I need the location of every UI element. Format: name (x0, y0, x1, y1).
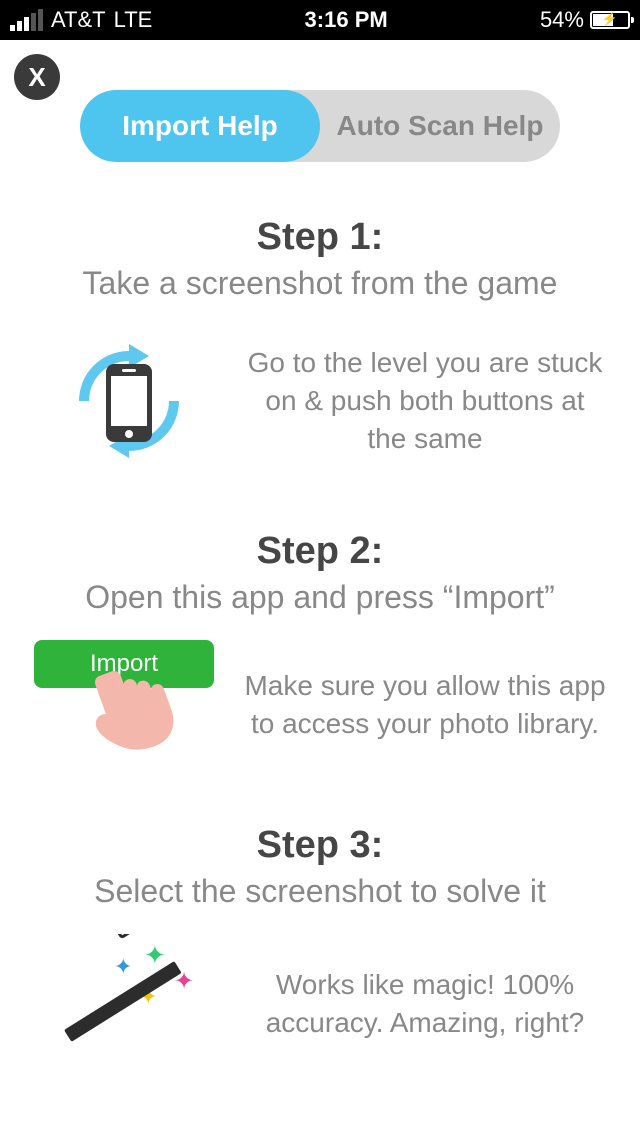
clock: 3:16 PM (305, 7, 388, 33)
battery-icon: ⚡ (590, 11, 630, 29)
status-bar: AT&T LTE 3:16 PM 54% ⚡ (0, 0, 640, 40)
magic-wand-icon: ✦ ✦ ✦ ✦ (34, 934, 224, 1074)
segmented-control: Import Help Auto Scan Help (80, 90, 560, 162)
step-1-label: Step 1: (0, 216, 640, 259)
step-3-label: Step 3: (0, 824, 640, 867)
battery-percent: 54% (540, 7, 584, 33)
signal-icon (10, 9, 43, 31)
step-1-title: Take a screenshot from the game (0, 265, 640, 302)
phone-rotate-icon (34, 326, 224, 476)
svg-text:✦: ✦ (144, 940, 166, 970)
tab-import-help[interactable]: Import Help (80, 90, 320, 162)
step-2: Step 2: Open this app and press “Import”… (0, 530, 640, 770)
step-2-label: Step 2: (0, 530, 640, 573)
svg-text:✦: ✦ (114, 954, 132, 979)
step-2-title: Open this app and press “Import” (0, 579, 640, 616)
step-3: Step 3: Select the screenshot to solve i… (0, 824, 640, 1074)
status-left: AT&T LTE (10, 7, 152, 33)
status-right: 54% ⚡ (540, 7, 630, 33)
step-2-desc: Make sure you allow this app to access y… (244, 667, 606, 743)
network-label: LTE (114, 7, 153, 33)
close-icon: X (28, 62, 45, 93)
pointing-hand-icon (74, 658, 194, 768)
close-button[interactable]: X (14, 54, 60, 100)
step-1-desc: Go to the level you are stuck on & push … (244, 344, 606, 457)
tab-autoscan-help[interactable]: Auto Scan Help (320, 90, 560, 162)
step-3-desc: Works like magic! 100% accuracy. Amazing… (244, 966, 606, 1042)
help-modal: X Import Help Auto Scan Help Step 1: Tak… (0, 40, 640, 1136)
tab-import-label: Import Help (122, 110, 278, 142)
import-illustration: Import (34, 640, 224, 770)
step-1: Step 1: Take a screenshot from the game … (0, 216, 640, 476)
tab-autoscan-label: Auto Scan Help (337, 110, 544, 142)
step-3-title: Select the screenshot to solve it (0, 873, 640, 910)
carrier-label: AT&T (51, 7, 106, 33)
